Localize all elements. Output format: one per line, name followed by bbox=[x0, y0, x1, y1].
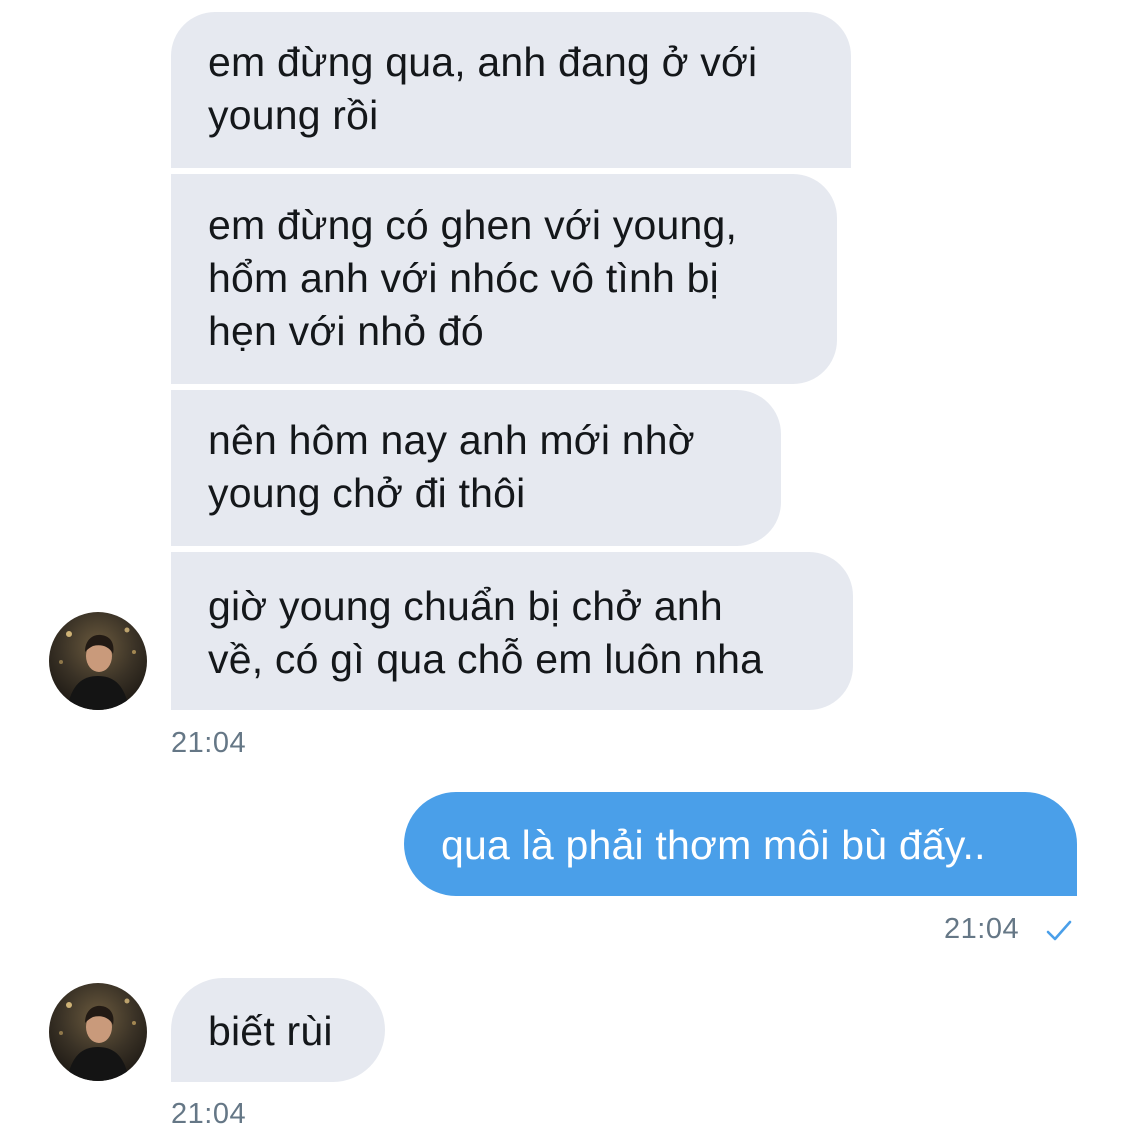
message-line: nên hôm nay anh mới nhờ bbox=[208, 417, 695, 463]
message-line: biết rùi bbox=[208, 1008, 333, 1054]
avatar-photo-icon bbox=[49, 983, 147, 1081]
incoming-message-bubble[interactable]: em đừng có ghen với young, hổm anh với n… bbox=[171, 174, 837, 384]
sender-avatar[interactable] bbox=[49, 612, 147, 710]
message-line: hổm anh với nhóc vô tình bị bbox=[208, 255, 719, 301]
message-line: em đừng qua, anh đang ở với bbox=[208, 39, 758, 85]
incoming-message-bubble[interactable]: biết rùi bbox=[171, 978, 385, 1082]
message-line: về, có gì qua chỗ em luôn nha bbox=[208, 636, 764, 682]
message-timestamp: 21:04 bbox=[944, 913, 1020, 945]
message-line: hẹn với nhỏ đó bbox=[208, 308, 484, 354]
outgoing-message-bubble[interactable]: qua là phải thơm môi bù đấy.. bbox=[404, 792, 1077, 896]
incoming-message-bubble[interactable]: em đừng qua, anh đang ở với young rồi bbox=[171, 12, 851, 168]
incoming-message-bubble[interactable]: nên hôm nay anh mới nhờ young chở đi thô… bbox=[171, 390, 781, 546]
incoming-message-bubble[interactable]: giờ young chuẩn bị chở anh về, có gì qua… bbox=[171, 552, 853, 710]
message-line: young rồi bbox=[208, 92, 379, 138]
message-line: young chở đi thôi bbox=[208, 470, 526, 516]
message-timestamp: 21:04 bbox=[171, 1098, 247, 1130]
message-line: qua là phải thơm môi bù đấy.. bbox=[441, 822, 986, 868]
checkmark-icon bbox=[1046, 920, 1072, 941]
sender-avatar[interactable] bbox=[49, 983, 147, 1081]
message-line: giờ young chuẩn bị chở anh bbox=[208, 583, 723, 629]
message-timestamp: 21:04 bbox=[171, 727, 247, 759]
avatar-photo-icon bbox=[49, 612, 147, 710]
message-line: em đừng có ghen với young, bbox=[208, 202, 738, 248]
